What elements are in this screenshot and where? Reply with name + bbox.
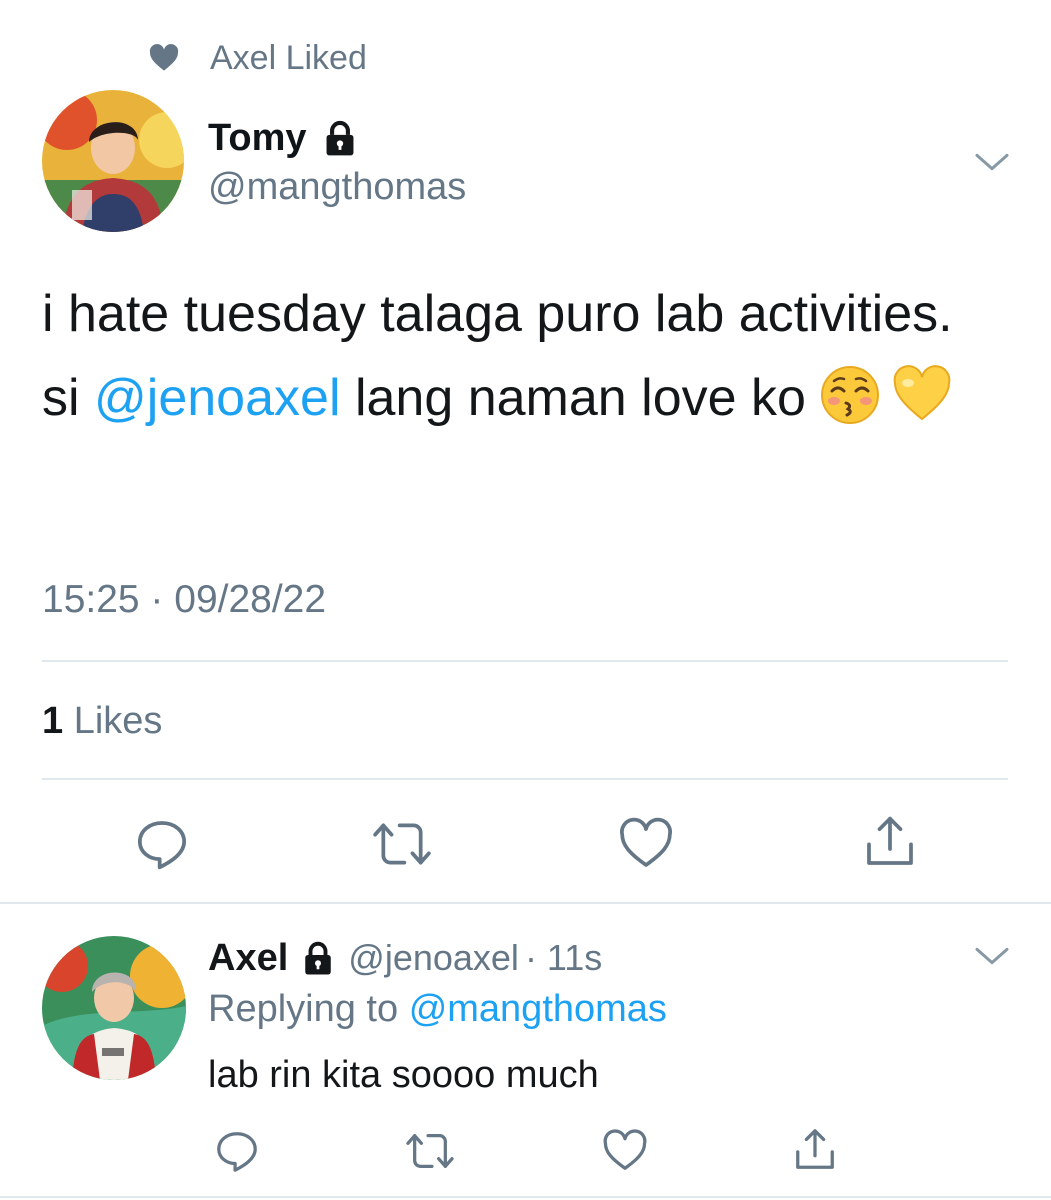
social-context: Axel Liked — [148, 36, 367, 80]
reply-name-row[interactable]: Axel @jenoaxel · 11s — [208, 934, 602, 982]
reply-text: lab rin kita soooo much — [208, 1054, 599, 1096]
author-avatar[interactable] — [42, 90, 184, 232]
lock-icon — [305, 941, 332, 975]
replying-prefix: Replying to — [208, 988, 399, 1030]
like-icon — [603, 1129, 647, 1170]
likes-count[interactable]: 1 Likes — [42, 700, 162, 743]
context-label: Axel Liked — [210, 38, 367, 77]
author-name[interactable]: Tomy — [208, 117, 307, 160]
divider — [42, 778, 1008, 780]
reply-author-handle[interactable]: @jenoaxel — [348, 937, 519, 979]
reply-time: · 11s — [524, 937, 603, 978]
mention-link[interactable]: @jenoaxel — [94, 369, 341, 427]
heart-icon — [149, 44, 179, 71]
reply-button[interactable] — [130, 812, 194, 876]
author-name-row[interactable]: Tomy — [208, 112, 359, 164]
reply-like-button[interactable] — [598, 1126, 652, 1176]
tweet-timestamp[interactable]: 15:25 · 09/28/22 — [42, 578, 326, 622]
author-handle[interactable]: @mangthomas — [208, 166, 466, 209]
reply-share-button[interactable] — [790, 1124, 840, 1176]
chevron-down-icon[interactable] — [972, 936, 1012, 976]
tweet-text: i hate tuesday talaga puro lab activitie… — [42, 272, 1002, 450]
retweet-icon — [373, 823, 431, 865]
reply-reply-button[interactable] — [212, 1126, 262, 1176]
divider — [42, 660, 1008, 662]
like-icon — [620, 817, 672, 867]
share-icon — [867, 816, 913, 865]
yellow-heart-icon — [892, 365, 952, 450]
chevron-down-icon[interactable] — [972, 142, 1012, 182]
section-divider — [0, 902, 1051, 904]
reply-icon — [137, 821, 187, 870]
kissing-face-closed-eyes-icon — [820, 365, 880, 450]
reply-author-name[interactable]: Axel — [208, 937, 288, 980]
section-divider — [0, 1196, 1051, 1198]
like-button[interactable] — [614, 812, 678, 876]
likes-label: Likes — [73, 700, 163, 742]
retweet-icon — [406, 1134, 454, 1168]
lock-icon — [326, 120, 353, 156]
tweet-text-part2: lang naman love ko — [340, 369, 821, 427]
replying-to: Replying to @mangthomas — [208, 988, 667, 1031]
retweet-button[interactable] — [370, 812, 434, 876]
likes-number: 1 — [42, 700, 64, 742]
reply-retweet-button[interactable] — [402, 1126, 458, 1176]
share-icon — [796, 1129, 834, 1169]
reply-icon — [217, 1132, 257, 1172]
reply-author-avatar[interactable] — [42, 936, 186, 1080]
replying-to-link[interactable]: @mangthomas — [409, 988, 667, 1030]
share-button[interactable] — [858, 810, 922, 874]
